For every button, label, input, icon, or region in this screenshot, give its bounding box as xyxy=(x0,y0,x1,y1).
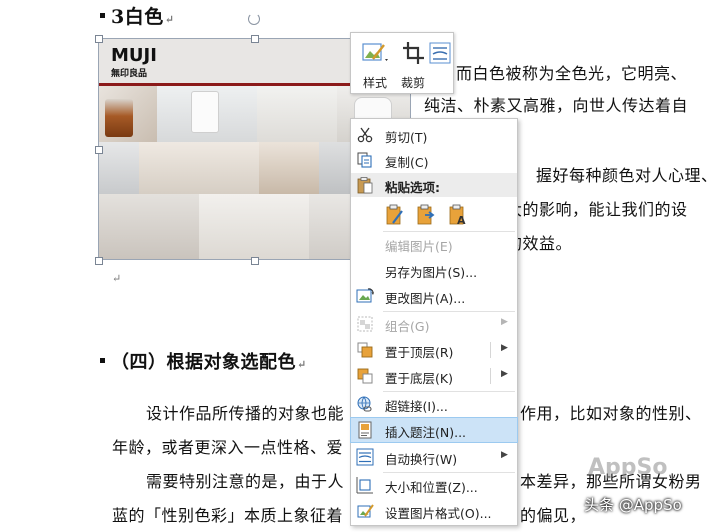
product-photo xyxy=(191,91,219,133)
rotate-handle[interactable] xyxy=(248,13,260,25)
body-line: 作用，比如对象的性别、 xyxy=(520,404,702,423)
body-line: 设计作品所传播的对象也能 xyxy=(146,404,345,423)
crop-button[interactable]: 裁剪 xyxy=(395,33,431,93)
svg-text:A: A xyxy=(457,214,466,227)
hyperlink-icon xyxy=(357,396,372,412)
paste-icon xyxy=(357,177,373,194)
body-line: 握好每种颜色对人心理、 xyxy=(536,166,718,185)
menu-item-edit-picture: 编辑图片(E) xyxy=(351,232,517,256)
bullet xyxy=(100,357,105,363)
product-photo xyxy=(99,194,199,259)
submenu-arrow-icon: ▶ xyxy=(501,317,508,327)
context-menu: 剪切(T) 复制(C) 粘贴选项: A 编辑图片(E) 另存为图片(S)... … xyxy=(350,118,518,526)
body-line: 年龄，或者更深入一点性格、爱 xyxy=(112,438,344,457)
menu-item-bring-to-front[interactable]: 置于顶层(R) ▶ xyxy=(351,338,517,362)
menu-item-label: 编辑图片(E) xyxy=(385,239,453,254)
menu-item-label: 剪切(T) xyxy=(385,130,428,145)
menu-item-label: 另存为图片(S)... xyxy=(385,265,478,280)
paste-merge-icon xyxy=(417,204,435,225)
body-line: 大的影响，能让我们的设 xyxy=(506,200,688,219)
menu-item-label: 复制(C) xyxy=(385,155,429,170)
crop-icon xyxy=(403,42,424,64)
menu-item-label: 组合(G) xyxy=(385,319,430,334)
submenu-arrow-icon[interactable]: ▶ xyxy=(501,369,508,379)
wrap-button[interactable] xyxy=(427,33,453,93)
menu-item-hyperlink[interactable]: 超链接(I)... xyxy=(351,392,517,416)
menu-item-label: 插入题注(N)... xyxy=(385,425,467,440)
body-line: 纯洁、朴素又高雅，向世人传达着自 xyxy=(424,96,689,115)
resize-handle[interactable] xyxy=(95,257,103,265)
menu-item-label: 置于底层(K) xyxy=(385,371,453,386)
menu-item-insert-caption[interactable]: 插入题注(N)... xyxy=(350,417,518,443)
send-to-back-icon xyxy=(357,368,373,384)
paragraph-mark: ↵ xyxy=(112,272,122,285)
copy-icon xyxy=(357,152,372,168)
submenu-divider xyxy=(490,368,491,384)
menu-item-label: 自动换行(W) xyxy=(385,452,458,467)
menu-item-label: 超链接(I)... xyxy=(385,399,448,414)
resize-handle[interactable] xyxy=(95,35,103,43)
bring-to-front-icon xyxy=(357,342,373,358)
product-photo xyxy=(259,142,319,194)
paste-option-keep-format[interactable] xyxy=(383,203,405,227)
body-line: 蓝的「性别色彩」本质上象征着 xyxy=(112,506,344,525)
submenu-arrow-icon[interactable]: ▶ xyxy=(501,343,508,353)
product-photo xyxy=(139,142,259,194)
style-label: 样式 xyxy=(362,76,387,90)
menu-item-change-picture[interactable]: 更改图片(A)... xyxy=(351,284,517,308)
scissors-icon xyxy=(357,127,373,143)
menu-item-label: 设置图片格式(O)... xyxy=(385,506,492,521)
wrap-text-icon xyxy=(429,42,451,64)
menu-item-size-position[interactable]: 大小和位置(Z)... xyxy=(351,473,517,497)
resize-handle[interactable] xyxy=(95,146,103,154)
muji-subtitle: 無印良品 xyxy=(111,69,148,79)
resize-handle[interactable] xyxy=(251,35,259,43)
paste-keep-format-icon xyxy=(386,204,403,225)
submenu-divider xyxy=(490,342,491,358)
paste-options-label: 粘贴选项: xyxy=(385,180,440,195)
wrap-text-icon xyxy=(356,448,374,466)
product-photo xyxy=(99,142,139,194)
paste-option-merge[interactable] xyxy=(415,203,437,227)
body-line: 而白色被称为全色光，它明亮、 xyxy=(456,64,688,83)
resize-handle[interactable] xyxy=(251,257,259,265)
product-photo xyxy=(257,86,337,142)
toutiao-watermark: 头条 @AppSo xyxy=(584,496,682,514)
size-position-icon xyxy=(356,477,373,494)
menu-item-cut[interactable]: 剪切(T) xyxy=(351,123,517,147)
product-photo xyxy=(105,99,133,137)
change-picture-icon xyxy=(356,288,374,303)
insert-caption-icon xyxy=(358,421,372,439)
menu-item-copy[interactable]: 复制(C) xyxy=(351,148,517,172)
crop-label: 裁剪 xyxy=(400,76,425,90)
menu-item-label: 大小和位置(Z)... xyxy=(385,480,478,495)
picture-style-icon xyxy=(362,43,388,61)
menu-item-format-picture[interactable]: 设置图片格式(O)... xyxy=(351,499,517,523)
menu-item-label: 更改图片(A)... xyxy=(385,291,466,306)
format-picture-icon xyxy=(357,504,374,518)
section-heading: （四）根据对象选配色↵ xyxy=(100,348,307,374)
product-photo xyxy=(199,194,309,259)
paste-option-text-only[interactable]: A xyxy=(447,203,469,227)
body-line: 的偏见， xyxy=(520,506,587,525)
body-line: 需要特别注意的是，由于人 xyxy=(146,472,345,491)
menu-item-wrap-text[interactable]: 自动换行(W) ▶ xyxy=(351,445,517,469)
group-icon xyxy=(357,316,373,332)
appso-watermark: AppSo xyxy=(588,455,668,480)
paste-text-only-icon: A xyxy=(449,204,466,227)
menu-item-group: 组合(G) ▶ xyxy=(351,312,517,336)
style-button[interactable]: 样式 xyxy=(357,33,393,93)
mini-toolbar: 样式 裁剪 xyxy=(350,32,454,94)
paste-options-header: 粘贴选项: xyxy=(351,173,517,197)
heading-white: 3白色↵ xyxy=(100,2,174,29)
menu-item-save-as-picture[interactable]: 另存为图片(S)... xyxy=(351,258,517,282)
menu-item-label: 置于顶层(R) xyxy=(385,345,454,360)
bullet xyxy=(100,12,105,18)
muji-logo: MUJI xyxy=(111,45,157,66)
submenu-arrow-icon[interactable]: ▶ xyxy=(501,450,508,460)
menu-item-send-to-back[interactable]: 置于底层(K) ▶ xyxy=(351,364,517,388)
